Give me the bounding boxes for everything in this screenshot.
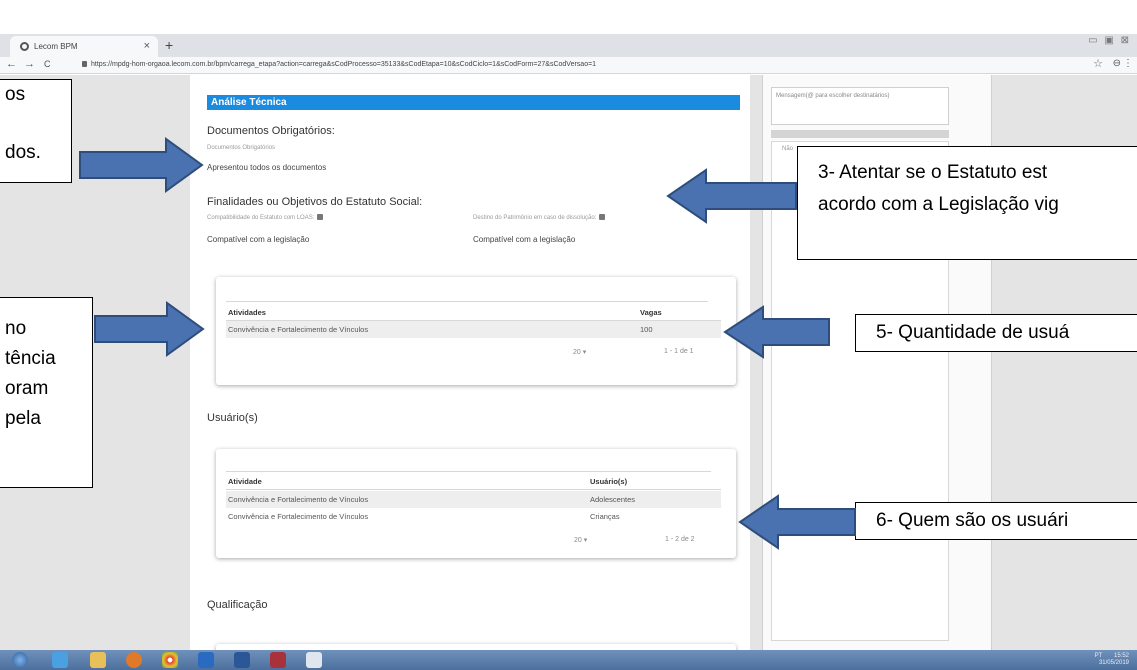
compat-label-text: Compatibilidade do Estatuto com LOAS: [207,215,315,221]
cell-usuario: Adolescentes [590,495,636,504]
section-header: Análise Técnica [207,95,740,110]
right-arrow-icon [94,301,205,357]
page-size-select[interactable]: 20 ▾ [573,348,586,356]
left-arrow-icon [738,494,856,550]
explorer-icon[interactable] [90,652,106,668]
callout-3: 3- Atentar se o Estatuto est acordo com … [797,146,1137,260]
docs-heading: Documentos Obrigatórios: [207,125,335,137]
callout-1-line [0,110,71,138]
word-icon[interactable] [234,652,250,668]
taskbar: PT 15:52 31/05/2019 [0,650,1137,670]
outlook-icon[interactable] [198,652,214,668]
callout-4-line: no [5,318,27,339]
table-row[interactable]: Convivência e Fortalecimento de Vínculos… [226,491,721,508]
info-icon[interactable] [317,214,324,220]
forward-icon[interactable]: → [24,58,35,70]
page-size-select[interactable]: 20 ▾ [574,536,587,544]
url-text: https://mpdg-hom-orgaoa.lecom.com.br/bpm… [91,61,597,68]
callout-4-line: tência [5,348,56,369]
left-arrow-icon [723,305,830,359]
cell-vagas: 100 [640,325,653,334]
callout-1: os dos. [0,79,72,183]
sidebar-divider [771,130,949,138]
col-header-vagas: Vagas [640,308,662,317]
callout-3-line: 3- Atentar se o Estatuto est [818,162,1048,183]
cell-atividade: Convivência e Fortalecimento de Vínculos [228,512,369,521]
url-field[interactable]: https://mpdg-hom-orgaoa.lecom.com.br/bpm… [82,61,596,68]
destino-value: Compatível com a legislação [473,235,576,244]
table-row[interactable]: Convivência e Fortalecimento de Vínculos… [226,321,721,338]
browser-tab[interactable]: Lecom BPM × [10,36,158,57]
lock-icon [82,61,87,67]
close-tab-icon[interactable]: × [144,40,150,52]
media-player-icon[interactable] [126,652,142,668]
destino-label: Destino do Patrimônio em caso de dissolu… [473,214,606,221]
callout-1-line: os [5,84,26,105]
docs-field-label: Documentos Obrigatórios [207,145,276,151]
tray-date[interactable]: 31/05/2019 [1099,660,1129,666]
callout-1-line: dos. [5,142,41,163]
compat-value: Compatível com a legislação [207,235,310,244]
address-bar: ← → C https://mpdg-hom-orgaoa.lecom.com.… [0,57,1137,74]
divider [226,489,721,490]
finalidades-heading: Finalidades ou Objetivos do Estatuto Soc… [207,196,423,208]
access-icon[interactable] [270,652,286,668]
new-tab-button[interactable]: + [165,37,173,53]
divider [226,301,708,302]
message-input[interactable]: Mensagem(@ para escolher destinatários) [771,87,949,125]
tab-title: Lecom BPM [34,42,78,51]
lecom-favicon-icon [20,42,29,51]
cell-usuario: Crianças [590,512,620,521]
divider [226,471,711,472]
tray-lang[interactable]: PT [1095,653,1103,659]
usuarios-heading: Usuário(s) [207,412,258,424]
col-header-atividades: Atividades [228,308,266,317]
reload-icon[interactable]: C [44,59,51,69]
account-icon[interactable]: ⊖ [1113,58,1121,69]
callout-4: no tência oram pela [0,297,93,488]
chrome-icon[interactable] [162,652,178,668]
system-tray: PT 15:52 31/05/2019 [1095,653,1129,667]
docs-value: Apresentou todos os documentos [207,163,327,172]
form-panel: Análise Técnica Documentos Obrigatórios:… [190,75,750,664]
cell-atividade: Convivência e Fortalecimento de Vínculos [228,495,369,504]
callout-4-line: oram [5,378,49,399]
usuarios-card: Atividade Usuário(s) Convivência e Forta… [216,449,736,558]
atividades-card: Atividades Vagas Convivência e Fortaleci… [216,277,736,385]
ie-icon[interactable] [52,652,68,668]
info-icon[interactable] [599,214,606,220]
callout-3-line: acordo com a Legislação vig [818,194,1059,215]
callout-5: 5- Quantidade de usuá [855,314,1137,352]
bookmark-star-icon[interactable]: ☆ [1093,57,1103,70]
destino-label-text: Destino do Patrimônio em caso de dissolu… [473,215,597,221]
back-icon[interactable]: ← [6,58,17,70]
col-header-atividade: Atividade [228,477,262,486]
pagination-range: 1 - 1 de 1 [664,348,694,355]
left-arrow-icon [666,168,797,224]
browser-tabstrip: Lecom BPM × + ▭ ▣ ⊠ [0,34,1137,57]
callout-4-line: pela [5,408,41,429]
cell-atividade: Convivência e Fortalecimento de Vínculos [228,325,369,334]
start-button[interactable] [12,652,28,668]
pagination-range: 1 - 2 de 2 [665,536,695,543]
window-controls[interactable]: ▭ ▣ ⊠ [1088,35,1131,46]
col-header-usuarios: Usuário(s) [590,477,628,486]
qualificacao-heading: Qualificação [207,599,268,611]
document-icon[interactable] [306,652,322,668]
panel-text: Não [782,146,794,152]
right-arrow-icon [79,137,204,193]
table-row[interactable]: Convivência e Fortalecimento de Vínculos… [226,508,721,525]
tray-time[interactable]: 15:52 [1114,653,1129,659]
compat-label: Compatibilidade do Estatuto com LOAS: [207,214,324,221]
callout-6: 6- Quem são os usuári [855,502,1137,540]
browser-menu-icon[interactable]: ⋮ [1123,58,1133,69]
